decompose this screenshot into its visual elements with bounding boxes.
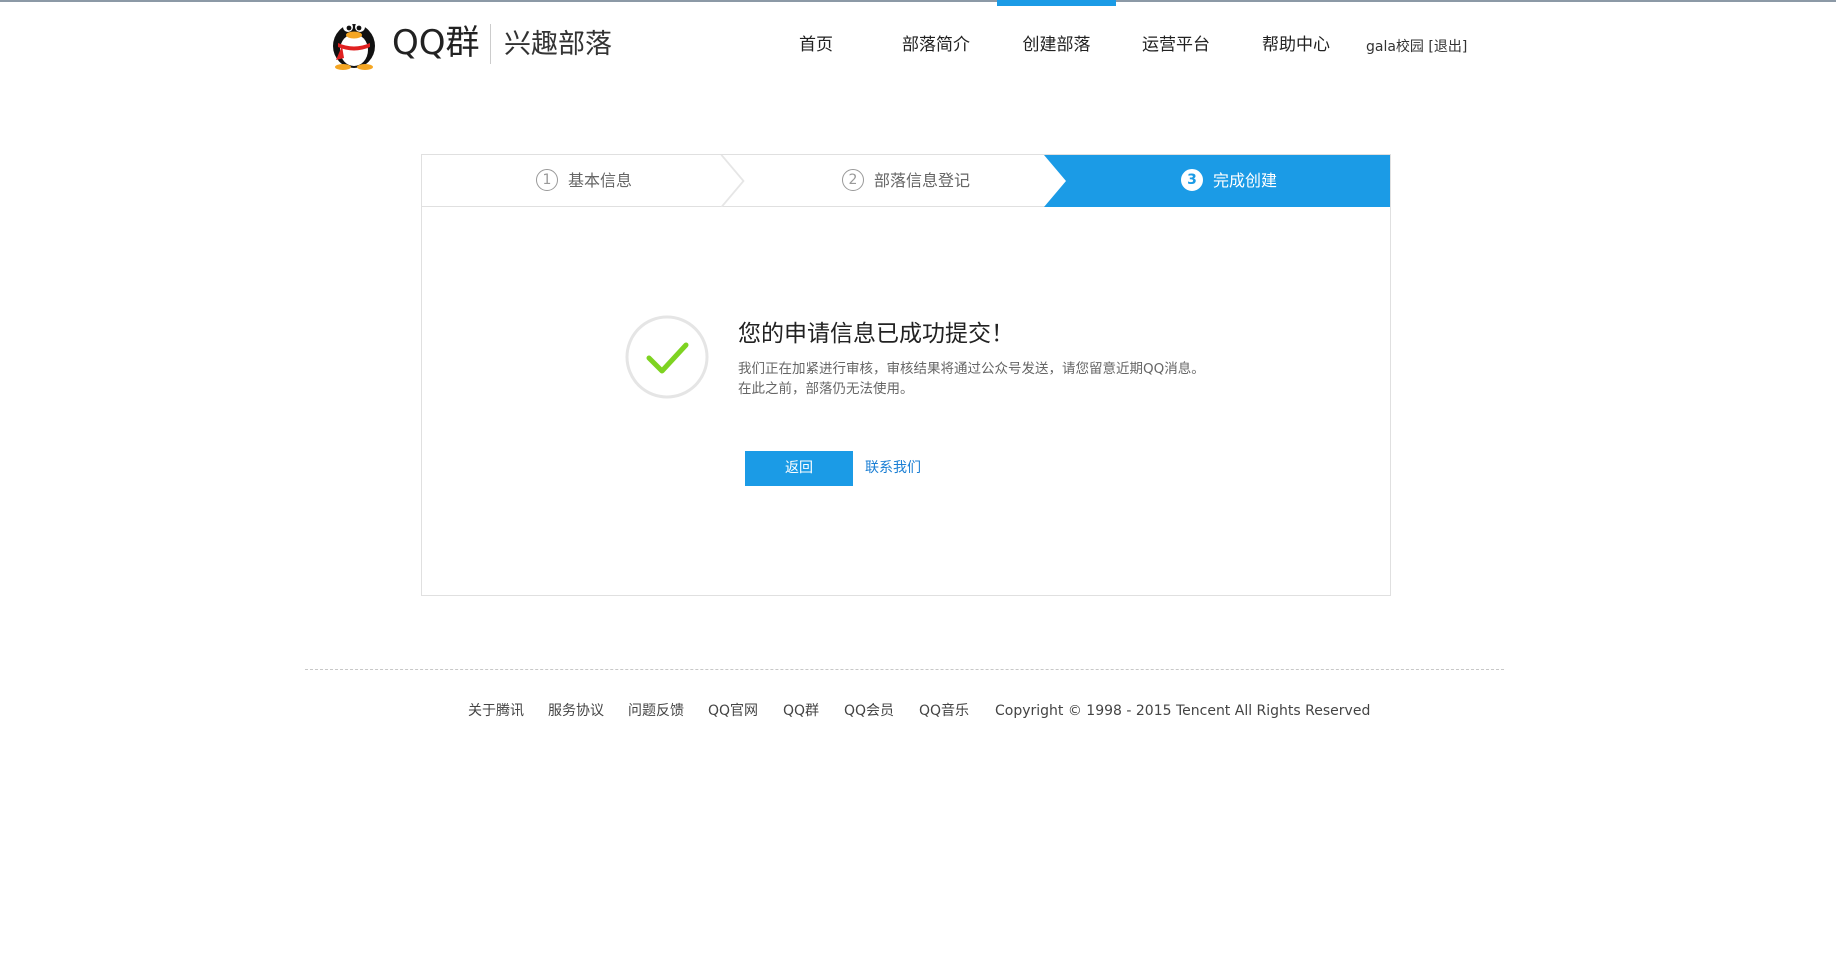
step-label: 基本信息 bbox=[568, 171, 633, 190]
success-description: 我们正在加紧进行审核，审核结果将通过公众号发送，请您留意近期QQ消息。 在此之前… bbox=[738, 359, 1208, 399]
footer-link-about-tencent[interactable]: 关于腾讯 bbox=[468, 700, 524, 722]
footer-link-qq-group[interactable]: QQ群 bbox=[783, 700, 819, 722]
step-label: 部落信息登记 bbox=[874, 171, 971, 190]
footer-link-qq-music[interactable]: QQ音乐 bbox=[919, 700, 969, 722]
success-description-line: 在此之前，部落仍无法使用。 bbox=[738, 381, 914, 397]
contact-us-link[interactable]: 联系我们 bbox=[865, 451, 921, 486]
step-number: 3 bbox=[1181, 168, 1203, 191]
footer-link-qq-vip[interactable]: QQ会员 bbox=[844, 700, 894, 722]
header: QQ群 兴趣部落 首页 部落简介 创建部落 运营平台 帮助中心 gala校园 [… bbox=[0, 0, 1836, 90]
progress-steps: 1 基本信息 2 部落信息登记 3 完成创建 bbox=[422, 155, 1390, 207]
copyright: Copyright © 1998 - 2015 Tencent All Righ… bbox=[995, 703, 1371, 719]
create-result-panel: 1 基本信息 2 部落信息登记 3 完成创建 您的申请信息已成功提交！ 我们正在加紧进… bbox=[421, 154, 1391, 596]
nav-item-about[interactable]: 部落简介 bbox=[896, 0, 976, 90]
nav-item-help[interactable]: 帮助中心 bbox=[1255, 0, 1337, 90]
nav-item-home[interactable]: 首页 bbox=[780, 0, 852, 90]
user-name[interactable]: gala校园 bbox=[1366, 39, 1424, 55]
success-title: 您的申请信息已成功提交！ bbox=[738, 321, 1014, 347]
footer-link-feedback[interactable]: 问题反馈 bbox=[628, 700, 684, 722]
step-tribe-registration: 2 部落信息登记 bbox=[842, 155, 970, 207]
logo-divider bbox=[490, 24, 491, 64]
success-description-line: 我们正在加紧进行审核，审核结果将通过公众号发送，请您留意近期QQ消息。 bbox=[738, 361, 1205, 377]
success-check-icon bbox=[625, 315, 709, 399]
qq-penguin-icon bbox=[333, 22, 375, 70]
step-label: 完成创建 bbox=[1213, 171, 1278, 190]
step-number: 1 bbox=[536, 168, 558, 191]
back-button[interactable]: 返回 bbox=[745, 451, 853, 486]
logo-subtitle: 兴趣部落 bbox=[504, 29, 612, 60]
nav-item-create[interactable]: 创建部落 bbox=[997, 0, 1116, 90]
step-complete: 3 完成创建 bbox=[1181, 155, 1277, 207]
footer-link-service-agreement[interactable]: 服务协议 bbox=[548, 700, 604, 722]
logout-link[interactable]: [退出] bbox=[1428, 39, 1467, 55]
step-number: 2 bbox=[842, 168, 864, 191]
step-basic-info: 1 基本信息 bbox=[536, 155, 632, 207]
nav-item-operations[interactable]: 运营平台 bbox=[1136, 0, 1216, 90]
footer-divider bbox=[305, 669, 1504, 670]
logo-text: QQ群 bbox=[392, 23, 480, 63]
footer-link-qq-official[interactable]: QQ官网 bbox=[708, 700, 758, 722]
user-area: gala校园 [退出] bbox=[1366, 0, 1467, 94]
